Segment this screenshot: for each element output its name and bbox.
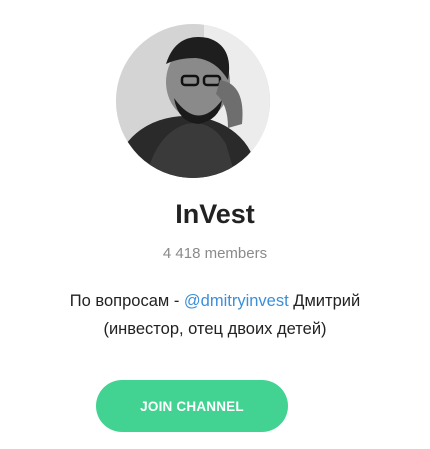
description-prefix: По вопросам -: [69, 292, 184, 310]
mention-link[interactable]: @dmitryinvest: [184, 292, 289, 310]
description-line-1: По вопросам - @dmitryinvest Дмитрий: [0, 287, 430, 315]
join-channel-button[interactable]: JOIN CHANNEL: [96, 380, 288, 432]
description-line-2: (инвестор, отец двоих детей): [103, 320, 327, 338]
description-suffix: Дмитрий: [288, 292, 361, 310]
channel-title: InVest: [175, 199, 255, 229]
channel-avatar[interactable]: [116, 24, 270, 178]
avatar-photo-icon: [116, 24, 270, 178]
members-count: 4 418 members: [162, 245, 268, 262]
channel-preview-card: InVest 4 418 members По вопросам - @dmit…: [0, 0, 430, 449]
channel-description: По вопросам - @dmitryinvest Дмитрий (инв…: [0, 287, 430, 343]
